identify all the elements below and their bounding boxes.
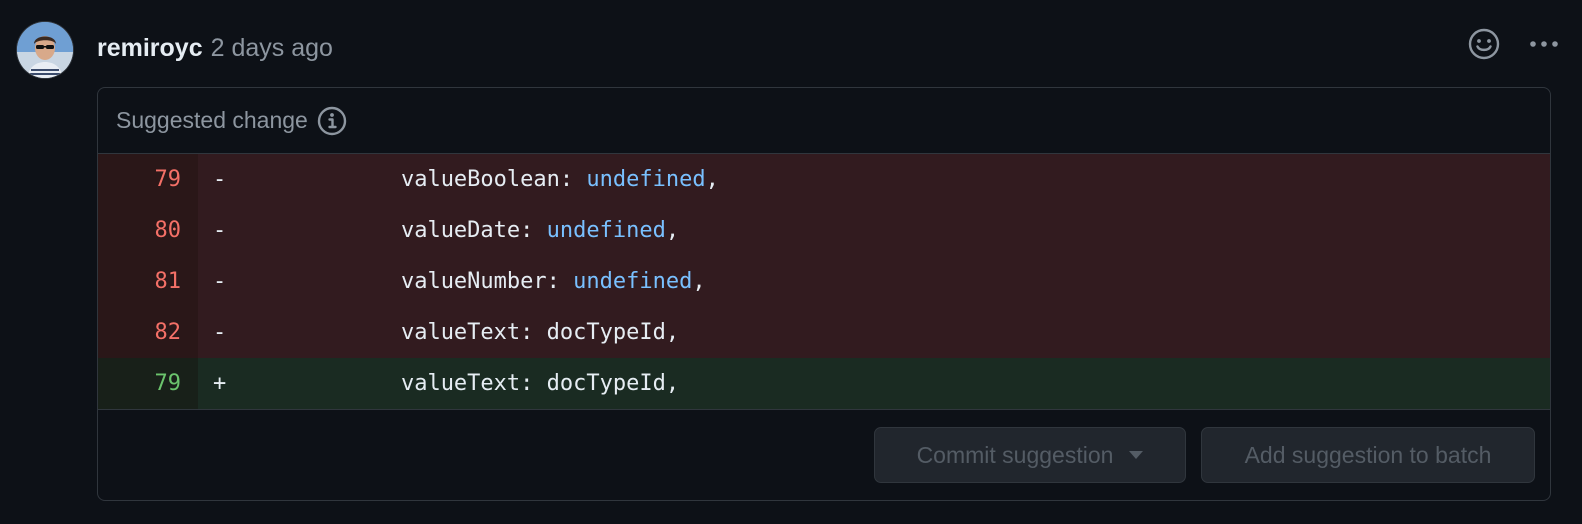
code-value: undefined [546, 218, 666, 243]
deletion-marker: - [213, 167, 227, 192]
commit-suggestion-button[interactable]: Commit suggestion [874, 427, 1186, 483]
suggestion-title: Suggested change [116, 107, 308, 133]
code-key: valueBoolean: [400, 167, 587, 192]
add-to-batch-button[interactable]: Add suggestion to batch [1201, 427, 1535, 483]
code-punctuation: , [665, 218, 680, 243]
diff-table: 79- valueBoolean: undefined, 80- valueDat… [98, 154, 1550, 410]
code-key: valueText: [400, 371, 547, 396]
comment-header: remiroyc 2 days ago [97, 30, 333, 66]
author-name[interactable]: remiroyc [97, 34, 203, 63]
code-value: docTypeId [546, 371, 666, 396]
diff-line-addition: 79 + valueText: docTypeId, [98, 358, 1550, 409]
code-punctuation: , [665, 371, 680, 396]
suggestion-footer: Commit suggestion Add suggestion to batc… [98, 411, 1550, 500]
code-key: valueText: [400, 320, 547, 345]
code-key: valueDate: [400, 218, 547, 243]
line-number: 80 [98, 205, 198, 256]
code-content: valueText: docTypeId, [242, 371, 679, 396]
diff-line-deletion: 79- valueBoolean: undefined, [98, 154, 1550, 205]
commit-suggestion-label: Commit suggestion [916, 441, 1114, 468]
diff-line-deletion: 82- valueText: docTypeId, [98, 307, 1550, 358]
triangle-down-icon[interactable] [1129, 451, 1144, 459]
smiley-icon [1468, 28, 1500, 60]
comment-actions [1466, 26, 1562, 62]
code-punctuation: , [692, 269, 706, 294]
code-value: docTypeId [546, 320, 666, 345]
diff-line-deletion: 80- valueDate: undefined, [98, 205, 1550, 256]
line-number: 79 [98, 358, 198, 409]
addition-marker: + [213, 371, 227, 396]
line-number: 82 [98, 307, 198, 358]
code-punctuation: , [665, 320, 680, 345]
code-content: valueText: docTypeId, [242, 320, 679, 345]
more-options-button[interactable] [1526, 26, 1562, 62]
deletion-marker: - [213, 320, 227, 345]
suggested-change-card: Suggested change 79- valueBoolean: undef… [97, 87, 1551, 501]
kebab-horizontal-icon [1530, 41, 1558, 47]
diff-line-deletion: 81- valueNumber: undefined, [98, 256, 1550, 307]
line-number: 81 [98, 256, 198, 307]
add-to-batch-label: Add suggestion to batch [1244, 441, 1492, 468]
code-content: valueDate: undefined, [242, 218, 679, 243]
suggestion-header: Suggested change [98, 88, 1550, 154]
deletion-marker: - [213, 269, 227, 294]
author-avatar[interactable] [17, 22, 73, 78]
code-value: undefined [573, 269, 693, 294]
info-icon[interactable] [316, 105, 348, 137]
line-number: 79 [98, 154, 198, 205]
code-key: valueNumber: [400, 269, 574, 294]
code-punctuation: , [705, 167, 719, 192]
code-content: valueBoolean: undefined, [242, 167, 719, 192]
comment-timestamp[interactable]: 2 days ago [211, 34, 333, 63]
code-content: valueNumber: undefined, [242, 269, 706, 294]
code-value: undefined [586, 167, 706, 192]
add-reaction-button[interactable] [1466, 26, 1502, 62]
deletion-marker: - [213, 218, 227, 243]
avatar-photo [17, 22, 73, 78]
